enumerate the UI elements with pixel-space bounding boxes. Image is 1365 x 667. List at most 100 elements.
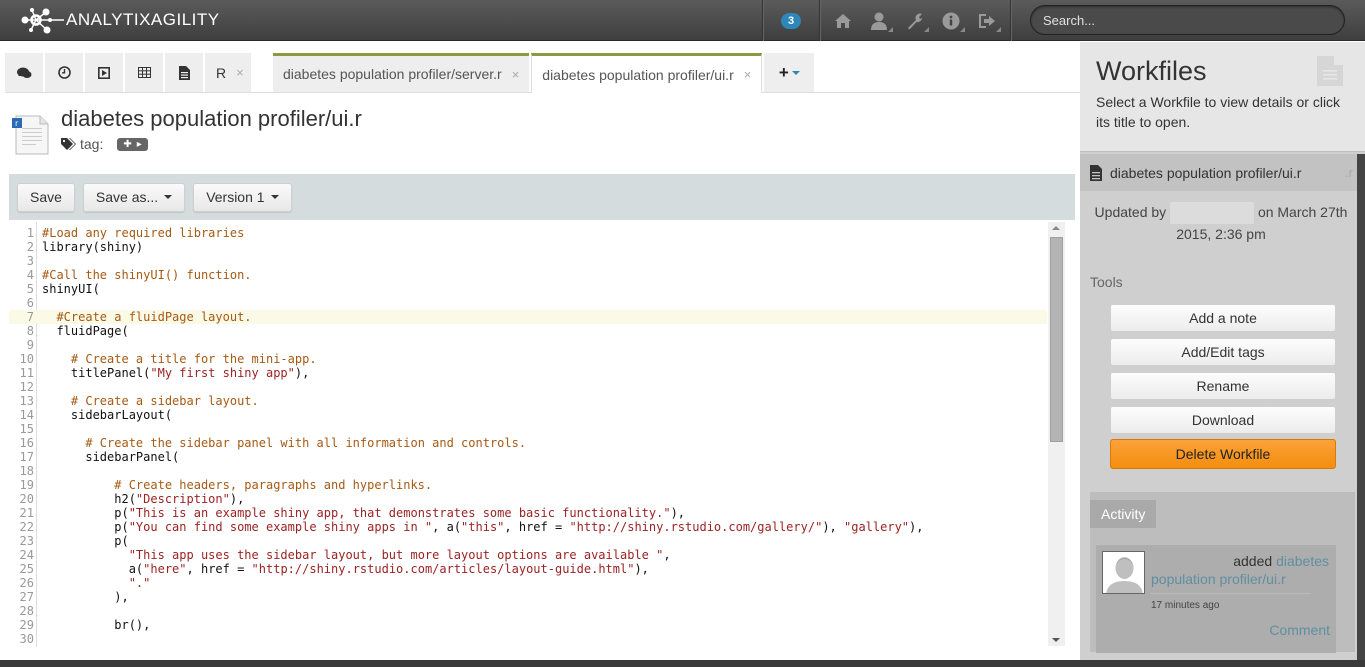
help-menu-button[interactable]	[940, 10, 965, 32]
code-line[interactable]: 8 fluidPage(	[9, 324, 1047, 338]
download-button[interactable]: Download	[1110, 406, 1336, 434]
search-input[interactable]	[1030, 5, 1345, 35]
document-icon	[1090, 164, 1102, 181]
code-comment: # Create the sidebar panel with all info…	[85, 436, 527, 450]
code-line[interactable]: 4 #Call the shinyUI() function.	[9, 268, 1047, 282]
line-number: 25	[19, 562, 34, 576]
plus-icon: ✚	[123, 138, 132, 150]
code-line[interactable]: 14 sidebarLayout(	[9, 408, 1047, 422]
network-logo-icon	[21, 8, 64, 34]
code-line[interactable]: 16 # Create the sidebar panel with all i…	[9, 436, 1047, 450]
notifications-button[interactable]: 3	[763, 0, 819, 41]
code-text: #Create a fluidPage layout.	[42, 310, 251, 324]
code-line[interactable]: 10 # Create a title for the mini-app.	[9, 352, 1047, 366]
code-line[interactable]: 15	[9, 422, 1047, 436]
code-token: ),	[634, 562, 649, 576]
code-string: "http://shiny.rstudio.com/gallery/"	[569, 520, 823, 534]
code-text: br(),	[42, 618, 150, 632]
code-line[interactable]: 25 a("here", href = "http://shiny.rstudi…	[9, 562, 1047, 576]
code-line[interactable]: 9	[9, 338, 1047, 352]
code-line[interactable]: 11 titlePanel("My first shiny app"),	[9, 366, 1047, 380]
code-string: "here"	[143, 562, 187, 576]
code-line[interactable]: 21 p("This is an example shiny app, that…	[9, 506, 1047, 520]
code-text: # Create the sidebar panel with all info…	[42, 436, 526, 450]
code-line[interactable]: 29 br(),	[9, 618, 1047, 632]
line-number: 19	[19, 478, 34, 492]
admin-menu-button[interactable]	[904, 10, 929, 32]
workspace-tab-bar: R × diabetes population profiler/server.…	[5, 53, 1080, 93]
code-line[interactable]: 28	[9, 604, 1047, 618]
tab-run[interactable]	[85, 53, 123, 92]
tab-data[interactable]	[125, 53, 163, 92]
dropdown-caret-icon	[164, 195, 173, 199]
code-line[interactable]: 13 # Create a sidebar layout.	[9, 394, 1047, 408]
activity-file-link[interactable]: diabetes	[1276, 553, 1329, 569]
top-nav-actions: 3	[762, 0, 1011, 41]
tab-server-r[interactable]: diabetes population profiler/server.r ×	[273, 53, 530, 92]
save-as-dropdown[interactable]: Save as...	[82, 182, 186, 212]
code-line[interactable]: 22 p("You can find some example shiny ap…	[9, 520, 1047, 534]
code-comment: # Create a title for the mini-app.	[70, 352, 317, 366]
save-button[interactable]: Save	[17, 182, 75, 212]
file-title[interactable]: diabetes population profiler/ui.r	[61, 106, 362, 132]
code-line[interactable]: 12	[9, 380, 1047, 394]
close-icon[interactable]: ×	[512, 67, 520, 82]
rename-button[interactable]: Rename	[1110, 372, 1336, 400]
edit-tags-button[interactable]: Add/Edit tags	[1110, 338, 1336, 366]
activity-file-link-cont[interactable]: population profiler/ui.r	[1151, 571, 1286, 587]
brand-logo[interactable]: ANALYTIXAGILITY	[20, 6, 220, 34]
code-line[interactable]: 20 h2("Description"),	[9, 492, 1047, 506]
line-number: 8	[26, 324, 34, 338]
add-note-button[interactable]: Add a note	[1110, 304, 1336, 332]
line-number: 31	[9, 646, 34, 647]
scroll-down-arrow-icon[interactable]	[1052, 638, 1060, 642]
tab-r-console[interactable]: R ×	[205, 53, 251, 92]
code-text: a("here", href = "http://shiny.rstudio.c…	[42, 562, 649, 576]
code-line[interactable]: 30	[9, 632, 1047, 646]
code-line[interactable]: 1 #Load any required libraries	[9, 226, 1047, 240]
delete-workfile-button[interactable]: Delete Workfile	[1110, 439, 1336, 469]
code-line[interactable]: 17 sidebarPanel(	[9, 450, 1047, 464]
logout-button[interactable]	[976, 10, 1001, 32]
version-dropdown[interactable]: Version 1	[193, 182, 292, 212]
code-line[interactable]: 2 library(shiny)	[9, 240, 1047, 254]
code-line[interactable]: 27 ),	[9, 590, 1047, 604]
comment-link[interactable]: Comment	[1269, 622, 1330, 638]
avatar[interactable]	[1102, 551, 1145, 594]
code-comment: # Create headers, paragraphs and hyperli…	[114, 478, 433, 492]
user-menu-button[interactable]	[868, 10, 893, 32]
activity-tab[interactable]: Activity	[1090, 500, 1157, 528]
scroll-up-arrow-icon[interactable]	[1052, 226, 1060, 230]
selected-workfile[interactable]: diabetes population profiler/ui.r .r	[1080, 154, 1357, 191]
code-line[interactable]: 23 p(	[9, 534, 1047, 548]
code-line[interactable]: 3	[9, 254, 1047, 268]
tab-activity[interactable]	[5, 53, 43, 92]
code-line[interactable]: 5 shinyUI(	[9, 282, 1047, 296]
add-tag-button[interactable]: ✚ ▸	[117, 137, 148, 151]
tab-files[interactable]	[165, 53, 203, 92]
code-line[interactable]: 24 "This app uses the sidebar layout, bu…	[9, 548, 1047, 562]
code-editor[interactable]: 1 #Load any required libraries 2 library(sh…	[9, 222, 1064, 647]
add-tab-button[interactable]: +	[764, 53, 815, 92]
tools-label: Tools	[1090, 274, 1123, 290]
home-button[interactable]	[832, 10, 854, 32]
code-line[interactable]: 6	[9, 296, 1047, 310]
close-icon[interactable]: ×	[236, 65, 244, 80]
code-line[interactable]: 19 # Create headers, paragraphs and hype…	[9, 478, 1047, 492]
scrollbar-thumb[interactable]	[1050, 237, 1063, 442]
tab-history[interactable]	[45, 53, 83, 92]
code-text: #Load any required libraries	[42, 226, 244, 240]
code-line[interactable]: 7 #Create a fluidPage layout.	[9, 310, 1047, 324]
code-line[interactable]: 26 "."	[9, 576, 1047, 590]
info-icon	[942, 12, 960, 29]
code-line[interactable]: 31 # Create hide-able text	[9, 646, 1047, 647]
code-line[interactable]: 18	[9, 464, 1047, 478]
code-string: "http://shiny.rstudio.com/articles/layou…	[251, 562, 635, 576]
tab-ui-r[interactable]: diabetes population profiler/ui.r ×	[531, 53, 763, 93]
code-token: titlePanel(	[42, 366, 151, 380]
close-icon[interactable]: ×	[744, 67, 752, 82]
editor-scrollbar[interactable]	[1048, 222, 1065, 646]
